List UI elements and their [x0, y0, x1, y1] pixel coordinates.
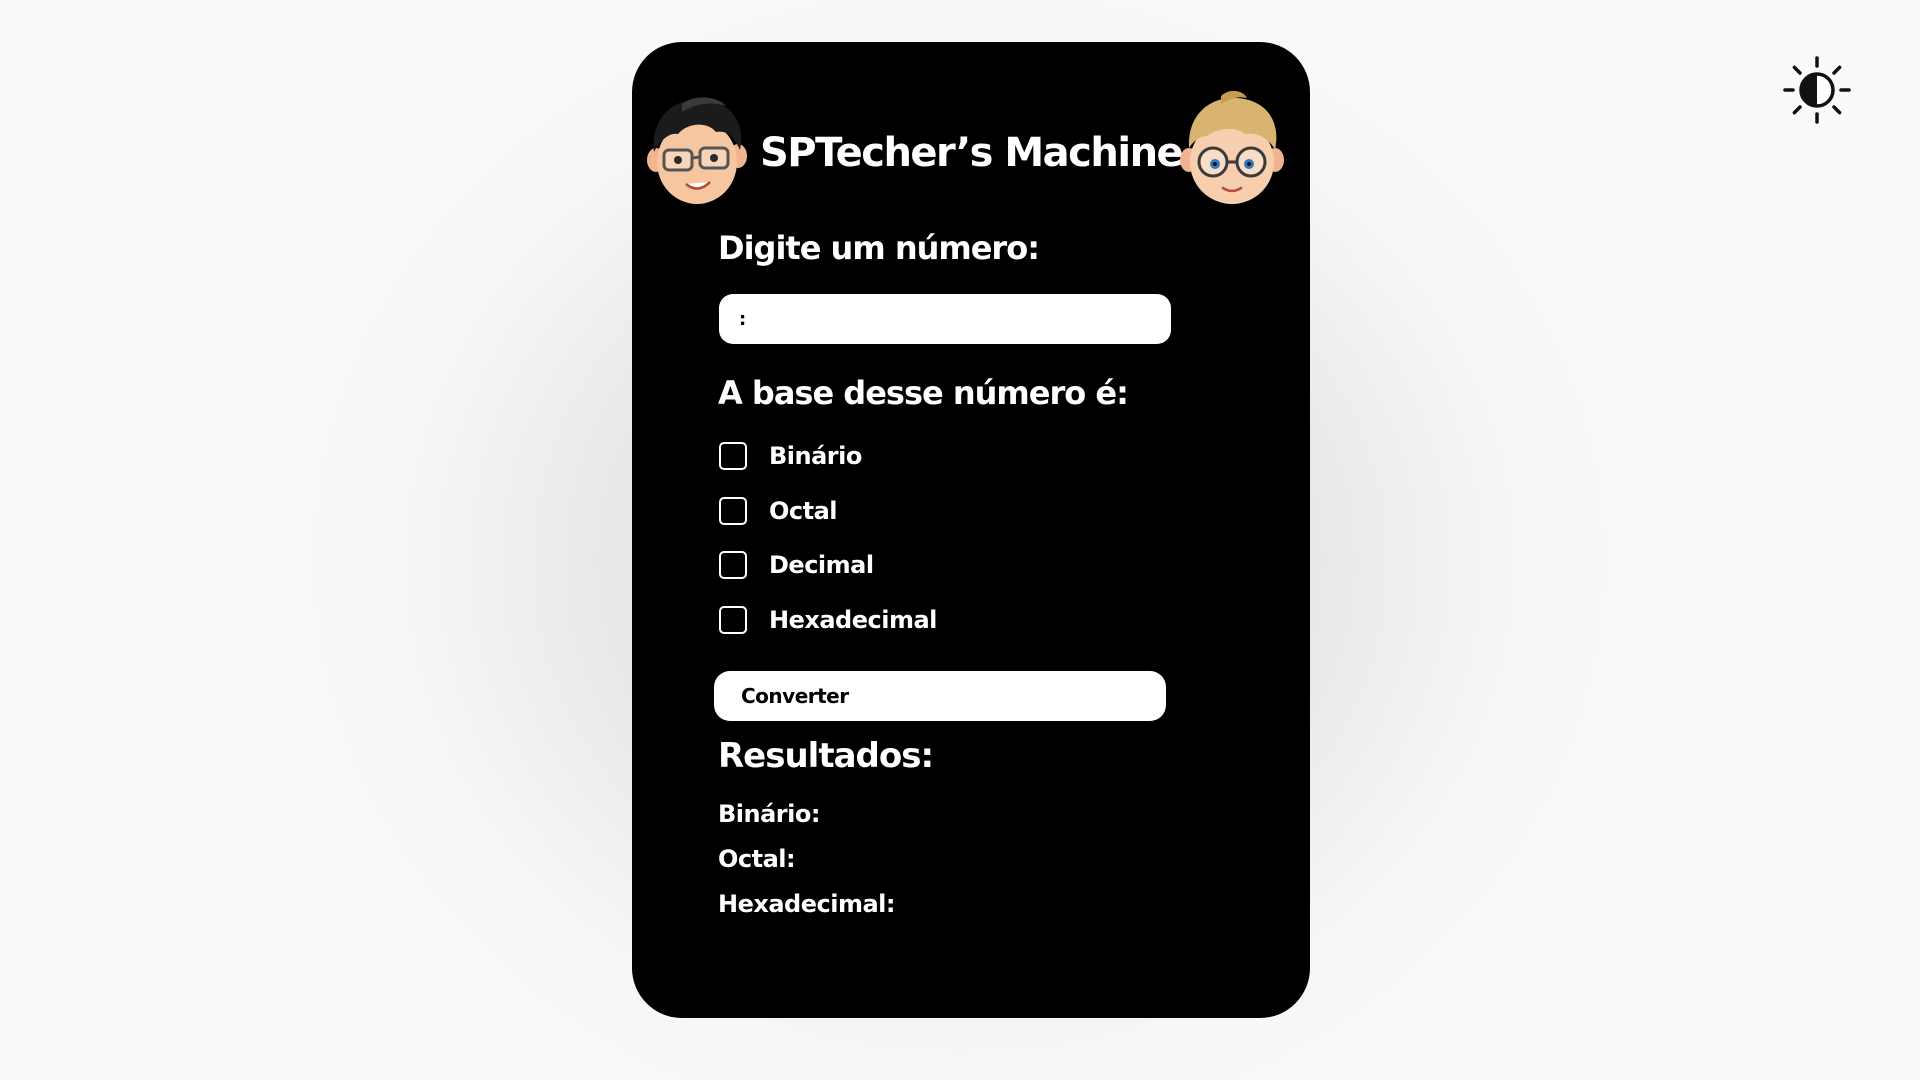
option-label: Hexadecimal [769, 606, 937, 634]
app-title: SPTecher’s Machine [760, 130, 1184, 176]
blond-boy-with-glasses-avatar [1180, 90, 1284, 204]
brightness-contrast-icon [1783, 56, 1851, 124]
option-label: Decimal [769, 551, 874, 579]
number-input-label: Digite um número: [718, 229, 1040, 267]
dark-haired-boy-with-glasses-avatar [647, 97, 747, 204]
option-label: Octal [769, 497, 838, 525]
number-input[interactable] [719, 294, 1171, 344]
option-label: Binário [769, 442, 862, 470]
converter-card: SPTecher’s Machine Digite um número: A b… [632, 42, 1310, 1018]
option-decimal[interactable]: Decimal [719, 548, 874, 582]
result-octal: Octal: [718, 845, 796, 873]
option-hexadecimal[interactable]: Hexadecimal [719, 603, 937, 637]
decimal-checkbox[interactable] [719, 551, 747, 579]
result-hexadecimal: Hexadecimal: [718, 890, 895, 918]
base-section-label: A base desse número é: [718, 374, 1129, 412]
results-title: Resultados: [718, 736, 934, 776]
option-octal[interactable]: Octal [719, 494, 838, 528]
hexadecimal-checkbox[interactable] [719, 606, 747, 634]
theme-toggle-button[interactable] [1782, 55, 1852, 125]
octal-checkbox[interactable] [719, 497, 747, 525]
binario-checkbox[interactable] [719, 442, 747, 470]
convert-button[interactable]: Converter [714, 671, 1166, 721]
result-binary: Binário: [718, 800, 820, 828]
option-binario[interactable]: Binário [719, 439, 862, 473]
